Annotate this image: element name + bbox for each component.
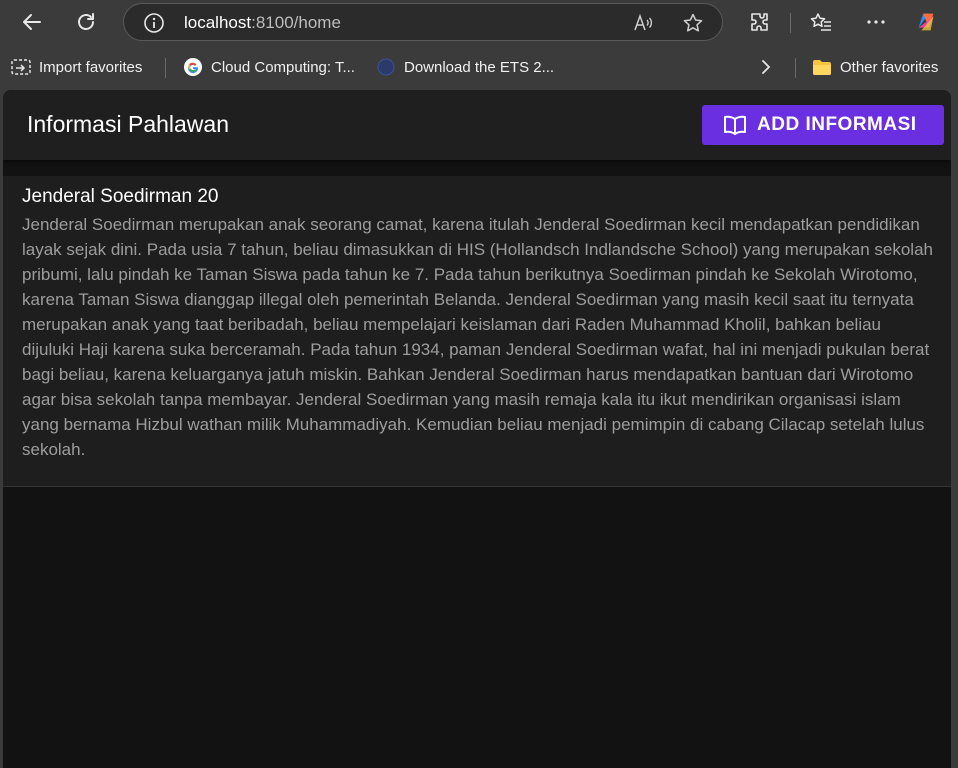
other-favorites-label: Other favorites <box>840 58 939 76</box>
app-content: Informasi Pahlawan ADD INFORMASI Jendera… <box>3 90 951 768</box>
address-bar[interactable]: localhost:8100/home <box>123 3 723 41</box>
app-header: Informasi Pahlawan ADD INFORMASI <box>3 90 951 160</box>
favorite-import[interactable]: Import favorites <box>10 56 142 78</box>
url-host: localhost <box>184 13 252 32</box>
card-body: Jenderal Soedirman merupakan anak seoran… <box>22 215 933 459</box>
folder-icon <box>811 56 833 78</box>
read-aloud-icon[interactable] <box>632 12 654 34</box>
url-text[interactable]: localhost:8100/home <box>184 13 341 33</box>
favorite-label: Download the ETS 2... <box>404 58 555 76</box>
add-informasi-button[interactable]: ADD INFORMASI <box>702 105 944 145</box>
back-arrow-icon <box>23 14 41 30</box>
favorite-star-icon[interactable] <box>682 12 704 34</box>
refresh-icon <box>78 13 94 30</box>
import-favorites-icon <box>10 56 32 78</box>
card-title: Jenderal Soedirman 20 <box>22 186 219 207</box>
google-icon <box>182 56 204 78</box>
favorites-divider <box>165 58 166 78</box>
favorite-label: Import favorites <box>39 58 143 76</box>
site-info-icon[interactable] <box>143 12 165 34</box>
favorite-label: Cloud Computing: T... <box>211 58 355 76</box>
favorites-icon[interactable] <box>808 9 834 35</box>
back-button[interactable] <box>18 8 46 36</box>
chevron-right-icon <box>755 56 777 78</box>
favorites-divider <box>795 58 796 78</box>
browser-toolbar: localhost:8100/home <box>0 0 958 44</box>
favorite-cloud-computing[interactable]: Cloud Computing: T... <box>182 56 355 78</box>
url-path: :8100/home <box>251 13 341 32</box>
favorites-bar: Import favorites Cloud Computing: T... D… <box>0 44 958 90</box>
refresh-button[interactable] <box>72 8 100 36</box>
toolbar-divider <box>790 13 791 33</box>
add-button-label: ADD INFORMASI <box>757 114 917 135</box>
favorite-download-ets[interactable]: Download the ETS 2... <box>375 56 554 78</box>
other-favorites-folder[interactable]: Other favorites <box>811 56 938 78</box>
hero-card[interactable]: Jenderal Soedirman 20 Jenderal Soedirman… <box>3 176 951 487</box>
book-icon <box>722 114 748 136</box>
more-options-icon[interactable] <box>863 9 889 35</box>
favorites-overflow-button[interactable] <box>755 56 784 78</box>
globe-icon <box>375 56 397 78</box>
page-title: Informasi Pahlawan <box>27 111 229 137</box>
window-edge <box>951 90 958 768</box>
extensions-icon[interactable] <box>747 9 773 35</box>
copilot-icon[interactable] <box>913 9 939 35</box>
